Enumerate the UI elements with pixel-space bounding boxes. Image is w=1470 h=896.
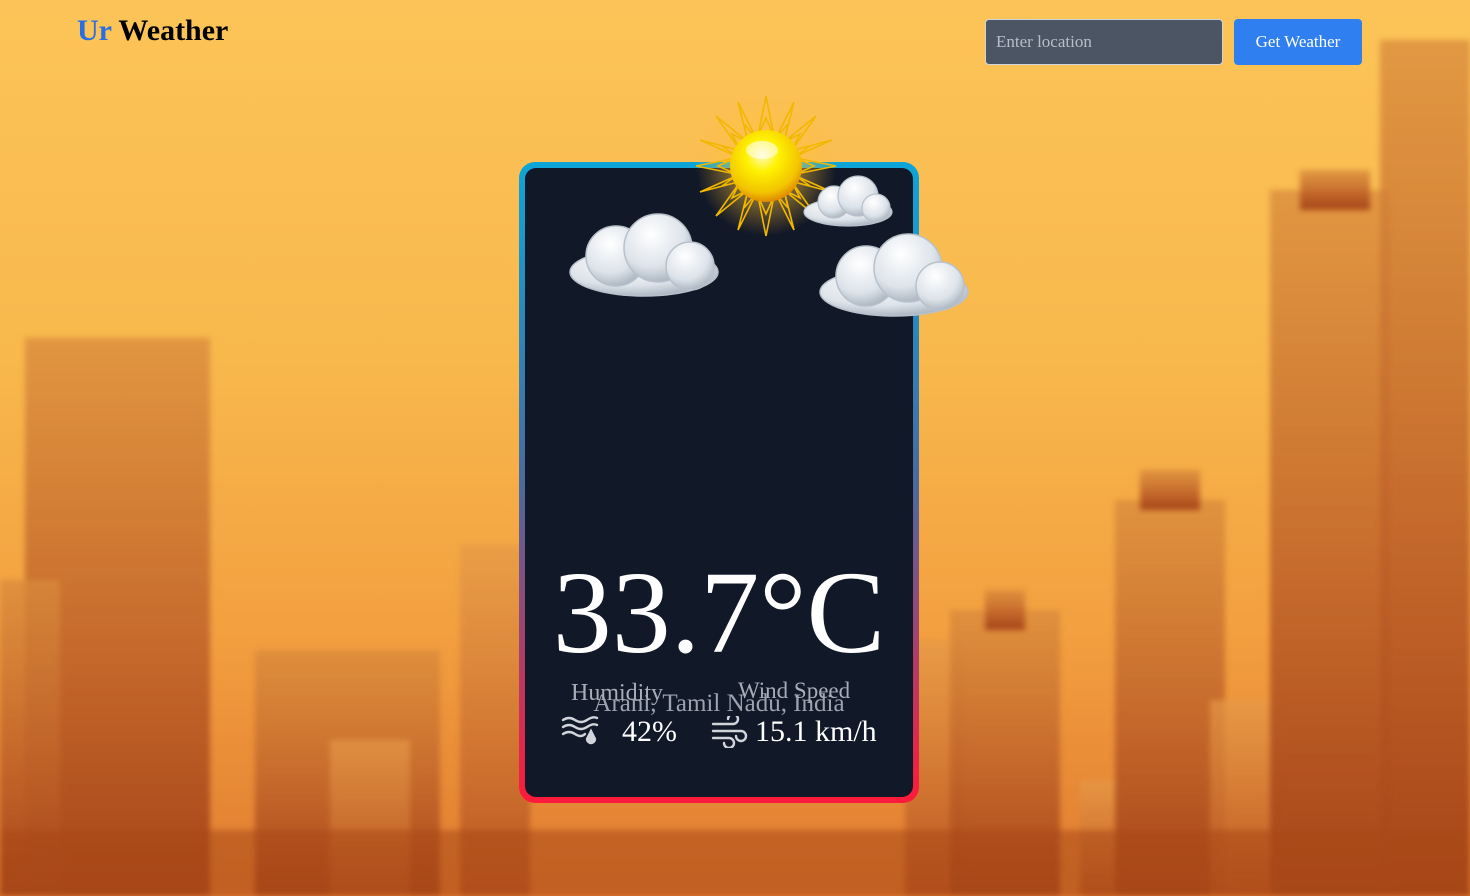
brand-prefix: Ur <box>77 14 112 47</box>
wind-speed-value: 15.1 km/h <box>755 715 877 748</box>
humidity-value: 42% <box>622 715 677 748</box>
cloud-icon <box>566 210 722 305</box>
wind-icon <box>711 712 749 753</box>
app-brand: Ur Weather <box>77 14 228 48</box>
location-search-input[interactable] <box>985 19 1223 65</box>
cloud-icon <box>816 230 972 325</box>
humidity-label: Humidity <box>571 680 664 706</box>
temperature-readout: 33.7°C <box>552 547 886 678</box>
wind-speed-label: Wind Speed <box>738 678 851 703</box>
get-weather-button[interactable]: Get Weather <box>1234 19 1362 65</box>
brand-suffix: Weather <box>111 14 229 47</box>
cloud-icon <box>800 172 894 233</box>
humidity-icon <box>561 714 599 753</box>
